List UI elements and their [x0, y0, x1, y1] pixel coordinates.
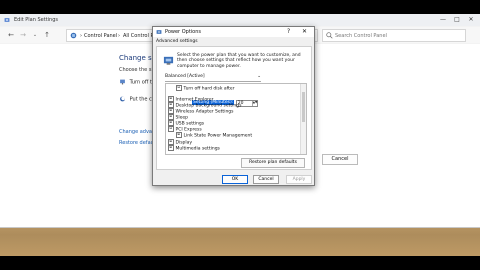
- expand-icon[interactable]: ⊞: [168, 145, 174, 151]
- plan-select[interactable]: Balanced [Active] ⌄: [165, 74, 261, 82]
- monitor-icon: [120, 79, 125, 85]
- letterbox-bottom: [0, 256, 480, 270]
- apply-button[interactable]: Apply: [286, 175, 312, 184]
- tree-scrollbar[interactable]: [300, 84, 306, 154]
- power-options-dialog: Power Options ? ✕ Advanced settings Sele…: [152, 26, 315, 186]
- stepper-arrows-icon[interactable]: ▲▼: [251, 101, 257, 106]
- tab-advanced-settings[interactable]: Advanced settings: [156, 39, 198, 44]
- dialog-cancel-button[interactable]: Cancel: [253, 175, 279, 184]
- window-title: Edit Plan Settings: [14, 17, 59, 23]
- dialog-description: Select the power plan that you want to c…: [177, 53, 301, 69]
- sleep-row: Put the co: [119, 96, 155, 103]
- tree-item[interactable]: ⊟ Turn off hard disk after: [176, 85, 235, 91]
- expand-icon[interactable]: ⊞: [168, 114, 174, 120]
- dialog-titlebar: Power Options ? ✕: [153, 27, 314, 37]
- restore-plan-defaults-button[interactable]: Restore plan defaults: [241, 158, 305, 168]
- power-icon: [4, 18, 10, 22]
- up-button[interactable]: ↑: [42, 30, 52, 40]
- advanced-settings-panel: Select the power plan that you want to c…: [156, 46, 312, 170]
- power-plan-icon: [163, 56, 174, 65]
- tree-item[interactable]: ⊞ Multimedia settings: [168, 145, 220, 151]
- tree-item[interactable]: ⊞ Link State Power Management: [176, 132, 252, 138]
- turn-off-display-row: Turn off th: [119, 79, 155, 86]
- sleep-icon: [120, 96, 125, 102]
- dialog-close-button[interactable]: ✕: [302, 28, 307, 35]
- letterbox-top: [0, 0, 480, 14]
- window-titlebar: Edit Plan Settings — □ ✕: [0, 14, 480, 26]
- help-button[interactable]: ?: [287, 28, 290, 35]
- breadcrumb-separator: ›: [80, 32, 82, 39]
- collapse-icon[interactable]: ⊟: [176, 85, 182, 91]
- breadcrumb-control-panel[interactable]: Control Panel: [84, 33, 117, 39]
- plan-select-value: Balanced [Active]: [165, 74, 205, 79]
- power-options-icon: [156, 30, 162, 34]
- ok-button[interactable]: OK: [222, 175, 248, 184]
- close-button[interactable]: ✕: [464, 15, 478, 25]
- search-icon: [326, 32, 333, 39]
- maximize-button[interactable]: □: [450, 15, 464, 25]
- breadcrumb-separator: ›: [118, 32, 120, 39]
- expand-icon[interactable]: ⊞: [168, 108, 174, 114]
- search-input[interactable]: Search Control Panel: [322, 29, 466, 42]
- expand-icon[interactable]: ⊞: [168, 102, 174, 108]
- chevron-down-icon: ⌄: [257, 74, 261, 79]
- settings-tree: ⊟ Turn off hard disk after Setting (Minut…: [165, 83, 307, 155]
- scrollbar-thumb[interactable]: [302, 92, 305, 122]
- expand-icon[interactable]: ⊞: [168, 96, 174, 102]
- back-button[interactable]: ←: [6, 30, 16, 40]
- main-cancel-button[interactable]: Cancel: [322, 154, 358, 165]
- recent-dropdown[interactable]: ⌄: [30, 30, 40, 40]
- dialog-title: Power Options: [165, 29, 201, 35]
- expand-icon[interactable]: ⊞: [168, 120, 174, 126]
- expand-icon[interactable]: ⊞: [168, 139, 174, 145]
- forward-button[interactable]: →: [18, 30, 28, 40]
- control-panel-icon: [70, 32, 77, 39]
- collapse-icon[interactable]: ⊟: [168, 126, 174, 132]
- minimize-button[interactable]: —: [436, 15, 450, 25]
- expand-icon[interactable]: ⊞: [176, 132, 182, 138]
- search-placeholder: Search Control Panel: [335, 32, 387, 39]
